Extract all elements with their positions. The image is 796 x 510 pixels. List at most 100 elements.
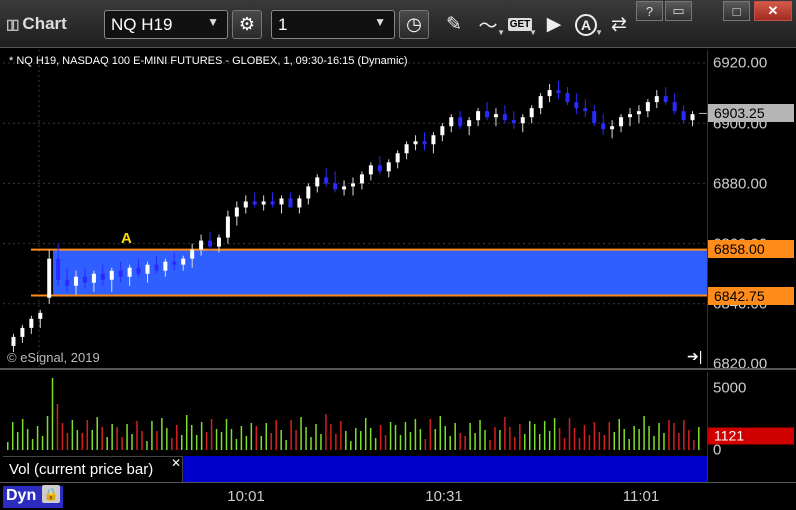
candle-body bbox=[574, 102, 579, 109]
chart-header: * NQ H19, NASDAQ 100 E-MINI FUTURES - GL… bbox=[9, 55, 408, 67]
volume-bar bbox=[548, 431, 551, 450]
volume-bar bbox=[71, 420, 74, 450]
settings-gear-icon[interactable]: ⚙ bbox=[232, 10, 262, 39]
volume-bar bbox=[449, 436, 451, 450]
drag-grip-icon[interactable]: ▯▯ bbox=[6, 16, 19, 33]
close-icon[interactable]: ✕ bbox=[171, 456, 181, 470]
chevron-down-icon[interactable]: ▼ bbox=[207, 15, 219, 29]
volume-legend-text: Vol (current price bar) bbox=[9, 461, 154, 478]
help-button[interactable]: ? bbox=[636, 1, 663, 21]
maximize-button[interactable]: □ bbox=[723, 1, 750, 21]
app-title[interactable]: ▯▯ Chart bbox=[6, 14, 67, 34]
candle-body bbox=[476, 111, 481, 121]
scroll-to-end-icon[interactable]: ➔| bbox=[687, 348, 702, 365]
candle-body bbox=[395, 153, 400, 163]
study-icon[interactable]: 〜 ▼ bbox=[474, 10, 505, 39]
candle-body bbox=[619, 117, 624, 127]
volume-bar bbox=[683, 420, 685, 450]
candle-body bbox=[136, 267, 141, 274]
candle-body bbox=[690, 114, 695, 121]
lock-icon[interactable]: 🔒 bbox=[42, 485, 60, 503]
volume-bar bbox=[270, 433, 272, 450]
volume-bar bbox=[484, 430, 486, 450]
zone-lower-flag[interactable]: 6842.75 bbox=[708, 287, 794, 305]
play-icon[interactable]: ▶ bbox=[540, 10, 568, 39]
candle-body bbox=[65, 279, 70, 286]
volume-bar bbox=[315, 424, 317, 450]
volume-bar bbox=[618, 419, 620, 450]
volume-bar bbox=[96, 417, 98, 450]
volume-bar bbox=[384, 435, 387, 450]
alert-a-icon[interactable]: A ▼ bbox=[572, 10, 603, 39]
candle-body bbox=[252, 201, 257, 205]
volume-chart-svg[interactable] bbox=[3, 372, 707, 454]
volume-pane[interactable] bbox=[3, 372, 707, 454]
volume-bar bbox=[285, 440, 287, 450]
volume-bar bbox=[489, 440, 491, 450]
candle-body bbox=[163, 261, 168, 271]
candle-body bbox=[636, 111, 641, 115]
volume-bar bbox=[240, 426, 243, 450]
volume-bar bbox=[524, 434, 526, 450]
time-axis[interactable]: Dyn 🔒 10:01 10:31 11:01 bbox=[0, 482, 796, 510]
candle-body bbox=[297, 198, 302, 208]
volume-bar bbox=[330, 424, 332, 450]
pane-divider[interactable] bbox=[0, 368, 796, 370]
chevron-down-icon[interactable]: ▼ bbox=[374, 15, 386, 29]
zone-upper-flag[interactable]: 6858.00 bbox=[708, 240, 794, 258]
volume-bar bbox=[290, 420, 292, 450]
volume-bar bbox=[568, 418, 571, 450]
volume-bar bbox=[171, 438, 173, 450]
volume-bar bbox=[658, 423, 660, 450]
volume-bar bbox=[26, 429, 29, 450]
clock-icon[interactable]: ◷ bbox=[399, 10, 429, 39]
chevron-down-icon: ▼ bbox=[529, 28, 537, 37]
volume-bar bbox=[653, 436, 655, 450]
volume-bar bbox=[593, 422, 596, 450]
volume-bar bbox=[131, 434, 133, 450]
price-chart-svg[interactable] bbox=[3, 50, 707, 368]
price-chart[interactable]: * NQ H19, NASDAQ 100 E-MINI FUTURES - GL… bbox=[3, 50, 707, 368]
volume-bar bbox=[588, 435, 591, 450]
time-tick-label: 10:31 bbox=[425, 488, 463, 505]
volume-bar bbox=[126, 424, 128, 450]
candle-body bbox=[306, 186, 311, 199]
volume-bar bbox=[235, 439, 238, 450]
candle-body bbox=[225, 216, 230, 238]
pencil-draw-icon[interactable]: ✎ bbox=[440, 10, 468, 39]
candle-body bbox=[47, 258, 52, 298]
volume-bar bbox=[16, 432, 19, 450]
candle-body bbox=[261, 201, 266, 205]
candle-body bbox=[56, 258, 61, 280]
price-axis[interactable]: 6920.00 6900.00 6880.00 6860.00 6840.00 … bbox=[707, 50, 796, 373]
candle-body bbox=[100, 273, 105, 280]
price-tick-label: 6920.00 bbox=[713, 54, 768, 72]
get-data-icon[interactable]: GET ▼ bbox=[506, 10, 537, 39]
volume-bar bbox=[61, 423, 64, 450]
volume-legend[interactable]: Vol (current price bar) bbox=[3, 456, 183, 482]
volume-bar bbox=[558, 428, 561, 450]
volume-bar bbox=[628, 439, 630, 450]
symbol-combo[interactable]: NQ H19 ▼ bbox=[104, 10, 228, 39]
volume-bar bbox=[409, 432, 412, 450]
candle-body bbox=[467, 120, 472, 127]
volume-bar bbox=[613, 432, 616, 450]
volume-axis: 5000 0 1121 bbox=[707, 372, 796, 482]
volume-bar bbox=[76, 430, 79, 450]
close-button[interactable]: ✕ bbox=[754, 1, 792, 21]
interval-combo[interactable]: 1 ▼ bbox=[271, 10, 395, 39]
alert-letter: A bbox=[575, 13, 597, 36]
candle-body bbox=[279, 198, 284, 205]
volume-bar bbox=[633, 426, 635, 450]
volume-bar bbox=[295, 430, 297, 450]
restore-button[interactable]: ▭ bbox=[665, 1, 692, 21]
candle-body bbox=[38, 312, 43, 319]
chevron-down-icon: ▼ bbox=[497, 28, 505, 37]
candle-body bbox=[458, 117, 463, 127]
link-icon[interactable]: ⇄ bbox=[605, 10, 633, 39]
alert-marker[interactable]: A bbox=[121, 230, 132, 247]
copyright-text: © eSignal, 2019 bbox=[7, 350, 100, 365]
candle-body bbox=[351, 183, 355, 187]
volume-bar bbox=[543, 421, 546, 450]
candle-body bbox=[199, 240, 204, 250]
